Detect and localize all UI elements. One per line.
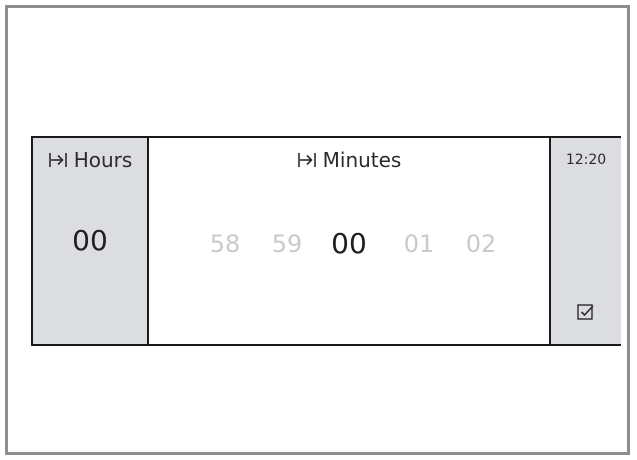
time-picker: Hours 00 Minutes 58 59 00 01 02 12:20 [31,136,621,346]
status-clock: 12:20 [565,152,607,168]
hours-value: 00 [72,224,108,257]
confirm-button[interactable] [573,301,599,327]
minute-option-02[interactable]: 02 [459,224,503,264]
hours-header: Hours [33,148,147,172]
minute-option-58[interactable]: 58 [203,224,247,264]
confirm-column: 12:20 [549,138,621,344]
tab-arrow-icon [48,151,69,169]
checkbox-check-icon [576,302,596,326]
minute-option-01[interactable]: 01 [397,224,441,264]
minutes-column: Minutes 58 59 00 01 02 [149,138,549,344]
hours-header-label: Hours [73,148,133,172]
minutes-header: Minutes [149,148,549,172]
minutes-header-label: Minutes [322,148,402,172]
minute-option-59[interactable]: 59 [265,224,309,264]
minute-scroller[interactable]: 58 59 00 01 02 [149,224,549,264]
tab-arrow-icon [297,151,318,169]
minute-option-00-selected[interactable]: 00 [327,224,371,264]
device-screen: Hours 00 Minutes 58 59 00 01 02 12:20 [5,5,630,455]
hours-column[interactable]: Hours 00 [33,138,149,344]
